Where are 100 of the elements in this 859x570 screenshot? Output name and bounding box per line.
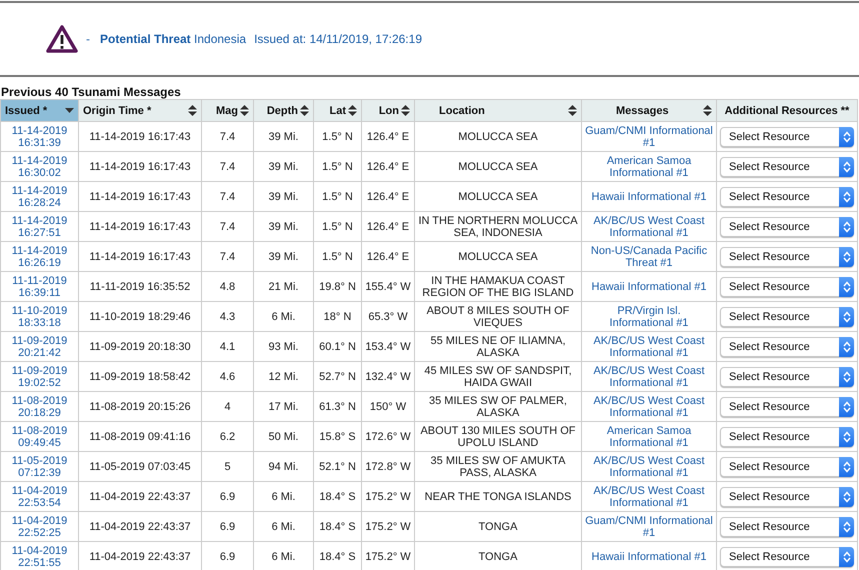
table-cell: 6.9 <box>220 490 236 502</box>
table-cell: 6.9 <box>220 520 236 532</box>
table-cell: 50 Mi. <box>268 430 298 442</box>
resource-dropdown[interactable]: Select Resource <box>720 276 854 296</box>
table-cell: 11-09-2019 18:58:42 <box>89 370 191 382</box>
table-cell: IN THE NORTHERN MOLUCCA SEA, INDONESIA <box>418 214 578 238</box>
table-cell: 18.4° S <box>319 520 356 532</box>
table-cell: 39 Mi. <box>268 160 298 172</box>
table-cell: 6 Mi. <box>272 550 296 562</box>
resource-dropdown[interactable]: Select Resource <box>720 396 854 416</box>
table-cell: 126.4° E <box>366 160 410 172</box>
table-cell: 55 MILES NE OF ILIAMNA, ALASKA <box>430 334 566 358</box>
table-cell: 35 MILES SW OF PALMER, ALASKA <box>429 394 567 418</box>
separator-text: - <box>86 32 90 46</box>
table-cell: 1.5° N <box>322 250 353 262</box>
table-title: Previous 40 Tsunami Messages <box>1 85 182 99</box>
resource-dropdown[interactable]: Select Resource <box>720 366 854 386</box>
table-cell: TONGA <box>478 520 518 532</box>
updown-icon <box>842 280 850 292</box>
resource-dropdown[interactable]: Select Resource <box>720 336 854 356</box>
resource-dropdown[interactable]: Select Resource <box>720 126 854 146</box>
table-cell: 11-14-2019 16:17:43 <box>89 190 191 202</box>
updown-icon <box>842 220 850 232</box>
table-cell: 39 Mi. <box>268 220 298 232</box>
table-cell: 6 Mi. <box>272 310 296 322</box>
table-cell: 132.4° W <box>365 370 411 382</box>
resource-dropdown[interactable]: Select Resource <box>720 456 854 476</box>
table-cell: 4 <box>224 400 231 412</box>
resource-dropdown[interactable]: Select Resource <box>720 546 854 566</box>
updown-icon <box>842 490 850 502</box>
table-cell: IN THE HAMAKUA COAST REGION OF THE BIG ISLAND <box>422 274 574 298</box>
updown-icon <box>842 460 850 472</box>
column-header[interactable]: Lat <box>330 104 346 116</box>
sort-icon <box>188 105 197 116</box>
table-cell: 11-08-2019 20:15:26 <box>89 400 191 412</box>
table-cell: 7.4 <box>220 190 236 202</box>
table-cell: 94 Mi. <box>268 460 298 472</box>
table-cell: 60.1° N <box>319 340 356 352</box>
table-cell: 11-14-2019 16:17:43 <box>89 160 191 172</box>
table-cell: 6.9 <box>220 550 236 562</box>
alert-link[interactable]: Potential Threat Indonesia <box>100 32 246 46</box>
table-cell: 52.1° N <box>319 460 356 472</box>
table-cell: 1.5° N <box>322 190 353 202</box>
column-header[interactable]: Location <box>439 104 485 116</box>
table-cell: 19.8° N <box>319 280 356 292</box>
table-cell: 4.8 <box>220 280 236 292</box>
sort-icon <box>703 105 712 116</box>
table-cell: 7.4 <box>220 250 236 262</box>
table-cell: 39 Mi. <box>268 130 298 142</box>
table-cell: 5 <box>224 460 231 472</box>
table-cell: 155.4° W <box>365 280 411 292</box>
table-cell: 1.5° N <box>322 130 353 142</box>
table-cell: 18.4° S <box>319 550 356 562</box>
table-cell: MOLUCCA SEA <box>458 250 538 262</box>
updown-icon <box>842 190 850 202</box>
resource-dropdown[interactable]: Select Resource <box>720 486 854 506</box>
table-cell: MOLUCCA SEA <box>458 130 538 142</box>
table-cell: 175.2° W <box>365 490 411 502</box>
table-cell: 61.3° N <box>319 400 356 412</box>
sort-icon <box>240 105 249 116</box>
table-cell: 175.2° W <box>365 550 411 562</box>
table-cell: 11-09-2019 20:18:30 <box>89 340 191 352</box>
table-cell: 172.6° W <box>365 430 411 442</box>
table-cell: 126.4° E <box>366 190 410 202</box>
updown-icon <box>842 310 850 322</box>
updown-icon <box>842 550 850 562</box>
table-cell: 18° N <box>324 310 352 322</box>
table-cell: 1.5° N <box>322 220 353 232</box>
table-cell: 1.5° N <box>322 160 353 172</box>
sort-icon <box>401 105 410 116</box>
resource-dropdown[interactable]: Select Resource <box>720 516 854 536</box>
table-cell: 52.7° N <box>319 370 356 382</box>
table-cell: 153.4° W <box>365 340 411 352</box>
table-cell: 126.4° E <box>366 250 410 262</box>
updown-icon <box>842 340 850 352</box>
updown-icon <box>842 430 850 442</box>
updown-icon <box>842 160 850 172</box>
sort-icon <box>568 105 577 116</box>
updown-icon <box>842 130 850 142</box>
updown-icon <box>842 520 850 532</box>
resource-dropdown[interactable]: Select Resource <box>720 306 854 326</box>
sort-icon <box>348 105 357 116</box>
table-cell: 4.1 <box>220 340 236 352</box>
table-cell: 126.4° E <box>366 130 410 142</box>
table-cell: ABOUT 130 MILES SOUTH OF UPOLU ISLAND <box>420 424 576 448</box>
resource-dropdown[interactable]: Select Resource <box>720 216 854 236</box>
updown-icon <box>842 250 850 262</box>
updown-icon <box>842 370 850 382</box>
table-cell: 172.8° W <box>365 460 411 472</box>
table-cell: MOLUCCA SEA <box>458 190 538 202</box>
table-cell: 11-14-2019 16:17:43 <box>89 250 191 262</box>
table-cell: 11-05-2019 07:03:45 <box>89 460 191 472</box>
table-cell: 17 Mi. <box>268 400 298 412</box>
resource-dropdown[interactable]: Select Resource <box>720 246 854 266</box>
table-cell: 7.4 <box>220 160 236 172</box>
resource-dropdown[interactable]: Select Resource <box>720 156 854 176</box>
table-cell: 45 MILES SW OF SANDSPIT, HAIDA GWAII <box>424 364 572 388</box>
resource-dropdown[interactable]: Select Resource <box>720 426 854 446</box>
resource-dropdown[interactable]: Select Resource <box>720 186 854 206</box>
table-cell: MOLUCCA SEA <box>458 160 538 172</box>
